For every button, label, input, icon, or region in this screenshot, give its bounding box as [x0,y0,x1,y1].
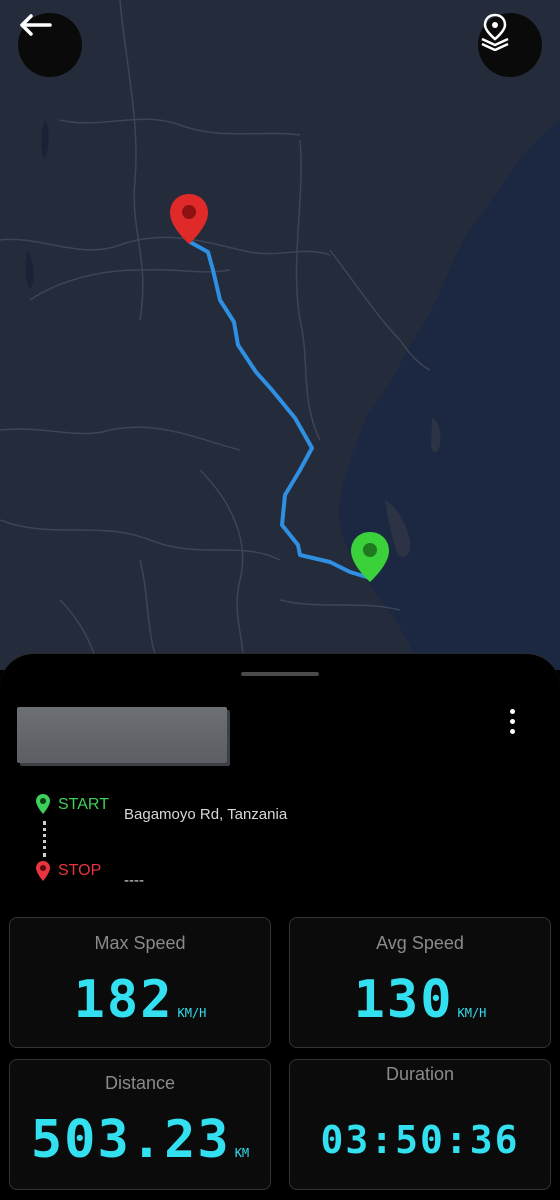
max-speed-card: Max Speed 182 KM/H [9,917,271,1048]
trip-title [17,707,227,723]
lake-shape-2 [25,250,34,290]
map-layers-pin-icon [481,13,509,51]
sheet-drag-handle[interactable] [241,672,319,676]
arrow-left-icon [20,14,52,36]
start-map-pin-icon[interactable] [349,530,391,584]
route-map[interactable] [0,0,560,670]
start-address: Bagamoyo Rd, Tanzania [124,806,288,823]
distance-label: Distance [104,1073,176,1093]
avg-speed-label: Avg Speed [376,933,464,953]
avg-speed-value-row: 130 KM/H [290,970,550,1030]
ocean-area [339,120,560,670]
distance-value-row: 503.23 KM [10,1110,270,1170]
map-layers-button[interactable] [478,13,542,77]
distance-card: Distance 503.23 KM [9,1059,271,1190]
max-speed-value: 182 [73,970,174,1030]
duration-label: Duration [385,1064,455,1084]
stop-label: STOP [58,862,102,879]
trip-title-redacted [17,707,227,763]
stop-pin-icon [36,861,50,881]
lake-shape [41,120,49,160]
stop-address: ---- [124,872,144,889]
max-speed-label: Max Speed [94,933,186,953]
map-canvas [0,0,560,670]
avg-speed-value: 130 [353,970,454,1030]
back-button[interactable] [18,13,82,77]
distance-unit: KM [234,1146,250,1160]
avg-speed-card: Avg Speed 130 KM/H [289,917,551,1048]
avg-speed-unit: KM/H [457,1006,487,1020]
trip-detail-screen: START Bagamoyo Rd, Tanzania STOP ---- Ma… [0,0,560,1200]
distance-value: 503.23 [30,1110,231,1170]
duration-value: 03:50:36 [320,1118,520,1162]
start-label: START [58,796,109,813]
start-pin-icon [36,794,50,814]
start-stop-connector [43,821,46,857]
stop-map-pin-icon[interactable] [168,192,210,246]
duration-card: Duration 03:50:36 [289,1059,551,1190]
max-speed-unit: KM/H [177,1006,207,1020]
max-speed-value-row: 182 KM/H [10,970,270,1030]
more-options-icon[interactable] [500,706,524,736]
